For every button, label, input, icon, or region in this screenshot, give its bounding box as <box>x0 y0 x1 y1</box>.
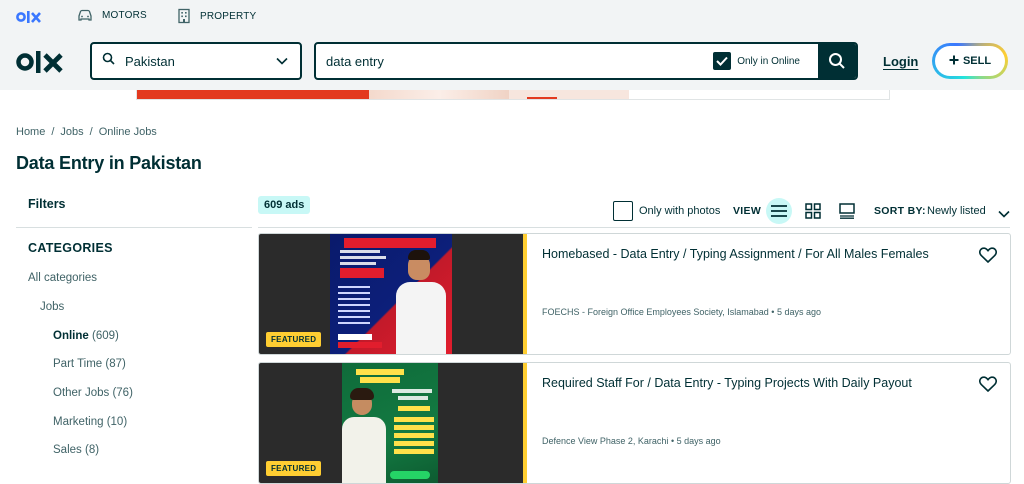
gallery-view-button[interactable] <box>834 198 860 224</box>
sidebar-item-part-time[interactable]: Part Time (87) <box>53 358 126 370</box>
sidebar-item-count: (609) <box>91 330 119 342</box>
only-in-online-toggle[interactable]: Only in Online <box>713 52 800 70</box>
listing-time: 5 days ago <box>776 307 821 317</box>
ad-poster-image <box>330 234 452 354</box>
heart-icon[interactable] <box>978 376 998 397</box>
view-label: VIEW <box>733 205 762 217</box>
listing-location: Defence View Phase 2, Karachi <box>542 436 669 446</box>
sell-label: SELL <box>962 55 992 67</box>
listing-thumbnail[interactable]: FEATURED <box>259 234 523 354</box>
location-value: Pakistan <box>125 53 175 69</box>
main-header: Pakistan data entry Only in Online Login… <box>0 34 1024 90</box>
checkbox-unchecked-icon[interactable] <box>613 201 633 221</box>
checkbox-checked-icon[interactable] <box>713 52 732 70</box>
listing-location: FOECHS - Foreign Office Employees Societ… <box>542 307 769 317</box>
sort-by-label: SORT BY: <box>874 205 926 217</box>
sidebar-item-label: Online <box>53 330 89 342</box>
listing-title[interactable]: Homebased - Data Entry / Typing Assignme… <box>542 247 929 261</box>
search-button[interactable] <box>818 44 856 78</box>
sidebar-item-count: (10) <box>106 416 128 428</box>
listing-title[interactable]: Required Staff For / Data Entry - Typing… <box>542 376 912 390</box>
sort-select[interactable]: Newly listed <box>927 205 986 217</box>
search-input[interactable]: data entry <box>326 54 713 69</box>
car-icon <box>77 8 93 22</box>
breadcrumb: Home / Jobs / Online Jobs <box>16 126 157 138</box>
breadcrumb-home[interactable]: Home <box>16 126 45 138</box>
listing-time: 5 days ago <box>676 436 721 446</box>
filters-heading: Filters <box>28 197 66 211</box>
divider <box>258 227 1010 228</box>
ad-poster-image <box>342 363 438 483</box>
ad-banner[interactable] <box>136 90 890 100</box>
featured-badge: FEATURED <box>266 332 322 347</box>
top-category-strip: MOTORS PROPERTY <box>0 0 1024 34</box>
breadcrumb-separator: / <box>51 126 55 138</box>
login-link[interactable]: Login <box>883 54 918 69</box>
sidebar-item-label: Sales <box>53 444 82 456</box>
grid-icon <box>805 203 821 219</box>
breadcrumb-separator: / <box>89 126 93 138</box>
only-with-photos-label: Only with photos <box>639 205 721 217</box>
location-select[interactable]: Pakistan <box>90 42 302 80</box>
featured-accent-bar <box>523 234 527 354</box>
listing-meta: FOECHS - Foreign Office Employees Societ… <box>542 307 821 317</box>
chevron-down-icon <box>276 52 288 70</box>
topbar-property-link[interactable]: PROPERTY <box>177 8 256 24</box>
search-icon <box>102 52 115 70</box>
categories-heading: CATEGORIES <box>28 241 113 255</box>
sidebar-item-count: (76) <box>112 387 133 399</box>
topbar-property-label: PROPERTY <box>200 10 257 22</box>
featured-accent-bar <box>523 363 527 483</box>
sidebar-item-marketing[interactable]: Marketing (10) <box>53 416 127 428</box>
olx-mini-logo[interactable] <box>16 10 42 29</box>
search-bar: data entry Only in Online <box>314 42 858 80</box>
sidebar-item-label: Marketing <box>53 416 104 428</box>
divider <box>16 227 252 228</box>
sidebar-item-other-jobs[interactable]: Other Jobs (76) <box>53 387 133 399</box>
gallery-icon <box>839 203 855 219</box>
page-title: Data Entry in Pakistan <box>16 153 202 173</box>
sidebar-item-jobs[interactable]: Jobs <box>40 301 64 313</box>
heart-icon[interactable] <box>978 247 998 268</box>
sidebar-item-count: (8) <box>84 444 100 456</box>
grid-view-button[interactable] <box>800 198 826 224</box>
topbar-motors-link[interactable]: MOTORS <box>77 8 147 22</box>
search-icon <box>829 53 845 69</box>
listing-card[interactable]: FEATURED Required Staff For / Data Entry… <box>258 362 1011 484</box>
sidebar-item-online[interactable]: Online (609) <box>53 330 119 342</box>
sidebar-item-count: (87) <box>105 358 126 370</box>
sidebar-item-sales[interactable]: Sales (8) <box>53 444 99 456</box>
listing-meta: Defence View Phase 2, Karachi • 5 days a… <box>542 436 721 446</box>
featured-badge: FEATURED <box>266 461 322 476</box>
sell-button[interactable]: SELL <box>932 43 1008 79</box>
chevron-down-icon[interactable] <box>998 205 1010 223</box>
topbar-motors-label: MOTORS <box>102 9 147 21</box>
listing-card[interactable]: FEATURED Homebased - Data Entry / Typing… <box>258 233 1011 355</box>
olx-logo[interactable] <box>16 50 66 79</box>
sidebar-item-all-categories[interactable]: All categories <box>28 272 97 284</box>
only-with-photos-toggle[interactable]: Only with photos <box>613 201 720 221</box>
list-icon <box>771 205 787 217</box>
listing-thumbnail[interactable]: FEATURED <box>259 363 523 483</box>
ad-count-badge: 609 ads <box>258 196 311 214</box>
breadcrumb-jobs[interactable]: Jobs <box>60 126 83 138</box>
list-view-button[interactable] <box>766 198 792 224</box>
only-in-online-label: Only in Online <box>737 55 800 67</box>
plus-icon <box>949 55 959 68</box>
sidebar-item-label: Part Time <box>53 358 103 370</box>
building-icon <box>177 8 191 24</box>
sidebar-item-label: Other Jobs <box>53 387 110 399</box>
breadcrumb-online-jobs[interactable]: Online Jobs <box>99 126 157 138</box>
